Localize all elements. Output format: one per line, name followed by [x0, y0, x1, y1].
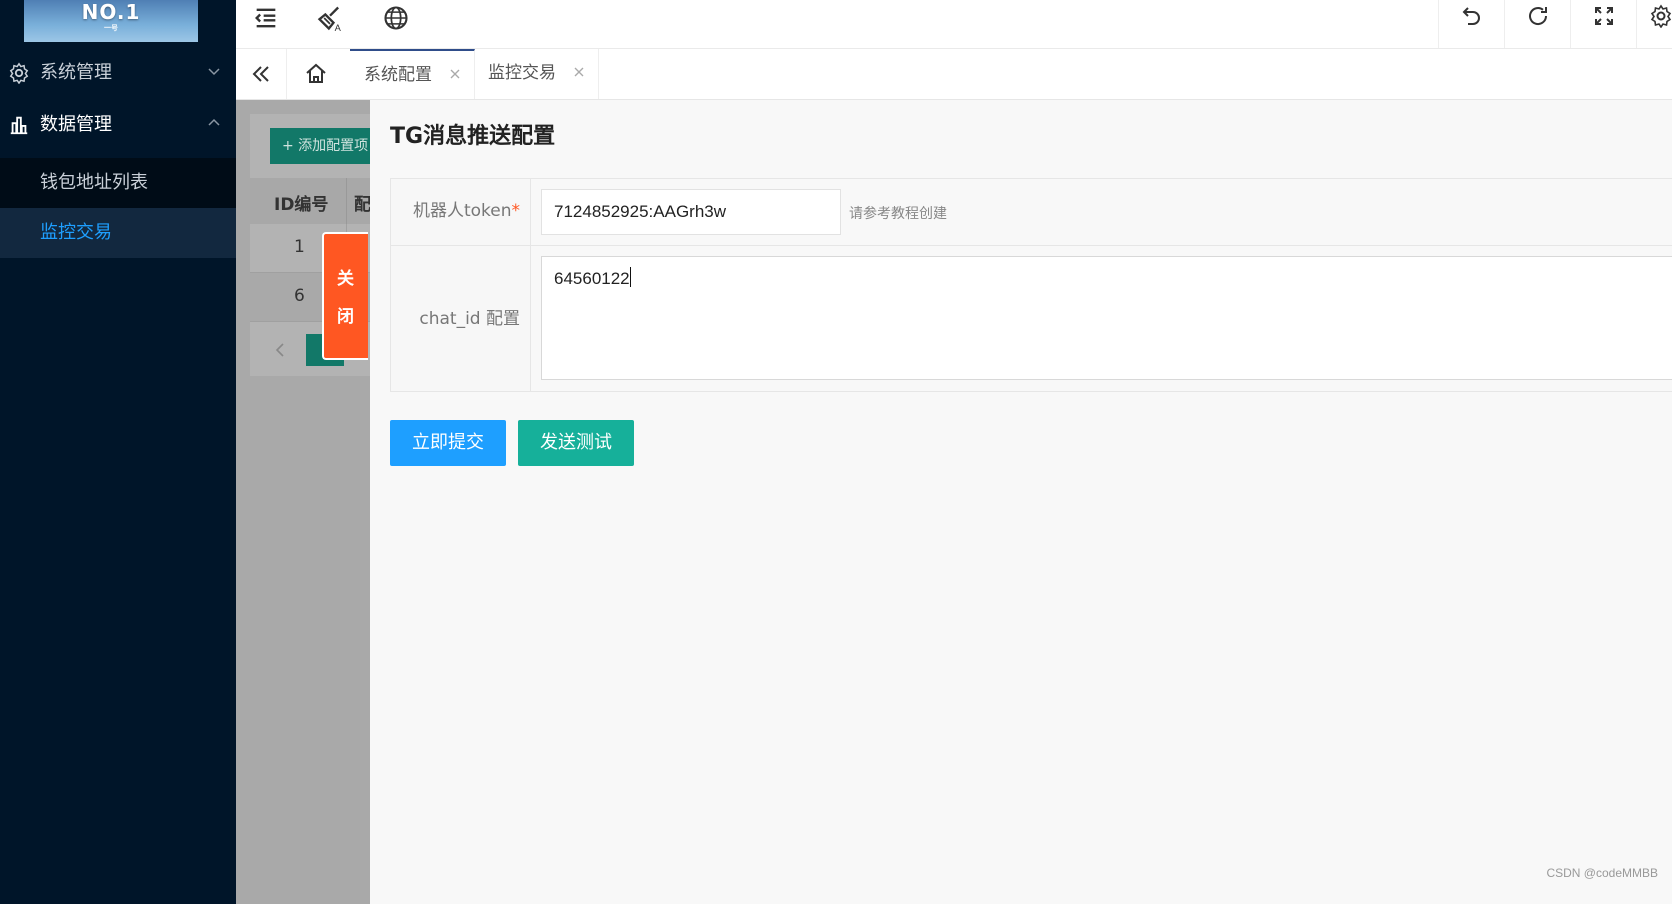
- form-label-cell: chat_id 配置: [391, 246, 531, 391]
- logo-text: NO.1: [81, 0, 141, 24]
- submenu: 钱包地址列表 监控交易: [0, 158, 236, 258]
- sidebar-item-wallet-list[interactable]: 钱包地址列表: [0, 158, 236, 208]
- menu-collapse-icon[interactable]: [252, 4, 280, 32]
- row-id: 6: [294, 286, 305, 306]
- watermark: CSDN @codeMMBB: [1546, 866, 1658, 880]
- column-header-config: 配: [354, 195, 371, 215]
- send-test-button[interactable]: 发送测试: [518, 420, 634, 466]
- clear-cache-icon[interactable]: A: [316, 4, 344, 32]
- tabs-scroll-left-button[interactable]: [236, 49, 287, 99]
- column-header-id: ID编号: [274, 195, 329, 215]
- chat-id-textarea[interactable]: 64560122: [541, 256, 1672, 380]
- close-char-1: 关: [337, 269, 354, 289]
- token-input[interactable]: 7124852925:AAGrh3w: [541, 189, 841, 235]
- form-row-token: 机器人token* 7124852925:AAGrh3w 请参考教程创建: [390, 178, 1672, 246]
- column-divider: [346, 178, 347, 224]
- add-config-button[interactable]: + 添加配置项: [270, 128, 370, 164]
- chat-id-value: 64560122: [554, 269, 630, 288]
- sidebar-item-label: 监控交易: [40, 222, 112, 243]
- required-mark: *: [511, 201, 521, 221]
- tab-label: 系统配置: [364, 65, 432, 85]
- sidebar-item-label: 钱包地址列表: [40, 172, 148, 193]
- fullscreen-icon: [1595, 7, 1613, 25]
- top-header: A: [236, 0, 1672, 49]
- logo-subtext: 一号: [104, 24, 118, 32]
- tab-system-config[interactable]: 系统配置: [350, 49, 475, 99]
- row-id: 1: [294, 237, 305, 257]
- sidebar: NO.1 一号 系统管理 数据管理 钱包地址列表 监控交易: [0, 0, 236, 904]
- menu-group-label: 数据管理: [40, 114, 112, 135]
- label-text: 机器人token: [412, 201, 512, 221]
- background-page: + 添加配置项 ID编号 配 1 6: [236, 100, 371, 904]
- home-tab[interactable]: [286, 49, 351, 99]
- close-char-2: 闭: [337, 307, 354, 327]
- form-label-chat-id: chat_id 配置: [419, 309, 520, 329]
- svg-text:A: A: [335, 23, 342, 32]
- chart-icon: [10, 116, 28, 135]
- home-icon: [306, 63, 326, 83]
- fullscreen-button[interactable]: [1570, 0, 1637, 48]
- gear-icon: [9, 62, 29, 84]
- tab-bar: 系统配置 监控交易: [236, 49, 1672, 100]
- undo-icon: [1462, 7, 1480, 25]
- tab-label: 监控交易: [488, 63, 556, 83]
- chevron-left-icon[interactable]: [274, 342, 286, 358]
- form-label-token: 机器人token*: [413, 200, 520, 222]
- config-panel: TG消息推送配置 机器人token* 7124852925:AAGrh3w 请参…: [370, 100, 1672, 904]
- refresh-button[interactable]: [1504, 0, 1571, 48]
- form-label-cell: 机器人token*: [391, 179, 531, 245]
- chevron-down-icon: [208, 68, 220, 76]
- chevron-up-icon: [208, 118, 220, 126]
- close-icon[interactable]: [448, 67, 462, 81]
- refresh-icon: [1529, 7, 1548, 25]
- menu-group-system[interactable]: 系统管理: [0, 46, 236, 100]
- sidebar-item-monitor[interactable]: 监控交易: [0, 208, 236, 258]
- undo-button[interactable]: [1438, 0, 1505, 48]
- table-header: ID编号 配: [250, 178, 371, 224]
- menu-group-data[interactable]: 数据管理: [0, 98, 236, 152]
- close-icon[interactable]: [572, 65, 586, 79]
- globe-icon[interactable]: [382, 4, 410, 32]
- form-row-chat-id: chat_id 配置 64560122: [390, 245, 1672, 392]
- text-cursor: [629, 267, 631, 287]
- settings-icon: [1650, 4, 1672, 28]
- token-hint: 请参考教程创建: [849, 206, 947, 222]
- tab-monitor-transactions[interactable]: 监控交易: [474, 49, 599, 99]
- submit-button[interactable]: 立即提交: [390, 420, 506, 466]
- config-form: 机器人token* 7124852925:AAGrh3w 请参考教程创建 cha…: [390, 178, 1672, 392]
- close-panel-button[interactable]: 关 闭: [322, 232, 368, 360]
- settings-button[interactable]: [1636, 0, 1672, 48]
- menu-group-label: 系统管理: [40, 62, 112, 83]
- double-chevron-left-icon: [252, 66, 269, 82]
- logo[interactable]: NO.1 一号: [24, 0, 198, 42]
- page-title: TG消息推送配置: [390, 124, 556, 149]
